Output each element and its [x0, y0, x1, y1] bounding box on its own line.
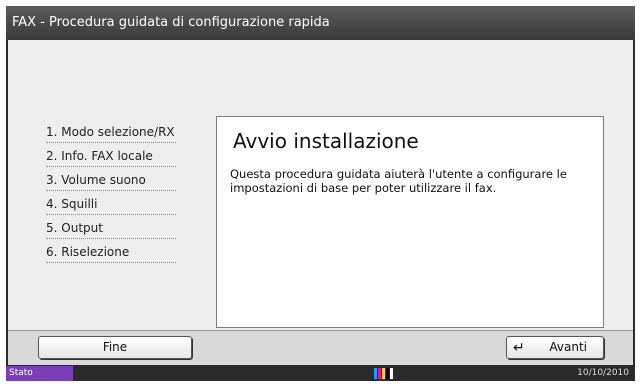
main-panel: 1. Modo selezione/RX 2. Info. FAX locale… — [8, 40, 633, 330]
status-button[interactable]: Stato — [6, 366, 73, 381]
finish-button[interactable]: Fine — [38, 336, 192, 359]
wizard-step-squilli: 4. Squilli — [46, 191, 176, 215]
toner-bar — [382, 368, 385, 379]
wizard-step-volume-suono: 3. Volume suono — [46, 167, 176, 191]
window-title: FAX - Procedura guidata di configurazion… — [6, 6, 635, 40]
content-box: Avvio installazione Questa procedura gui… — [216, 116, 604, 328]
status-bar: Stato 10/10/2010 — [6, 366, 635, 381]
content-description: Questa procedura guidata aiuterà l'utent… — [230, 167, 567, 195]
device-screen: FAX - Procedura guidata di configurazion… — [6, 6, 635, 381]
wizard-step-output: 5. Output — [46, 215, 176, 239]
enter-icon: ↵ — [513, 340, 525, 356]
wizard-step-info-fax-locale: 2. Info. FAX locale — [46, 143, 176, 167]
status-date: 10/10/2010 — [577, 368, 629, 378]
next-button[interactable]: ↵ Avanti — [506, 336, 604, 359]
content-heading: Avvio installazione — [233, 129, 419, 153]
toner-bar — [386, 368, 389, 379]
next-button-label: Avanti — [549, 340, 587, 354]
toner-bar — [378, 368, 381, 379]
toner-bar — [390, 368, 393, 379]
bottom-toolbar: Fine ↵ Avanti — [8, 330, 633, 365]
toner-bar — [374, 368, 377, 379]
wizard-step-riselezione: 6. Riselezione — [46, 239, 176, 263]
wizard-steps-list: 1. Modo selezione/RX 2. Info. FAX locale… — [46, 119, 176, 263]
wizard-step-modo-selezione: 1. Modo selezione/RX — [46, 119, 176, 143]
toner-level-icon — [374, 368, 393, 379]
